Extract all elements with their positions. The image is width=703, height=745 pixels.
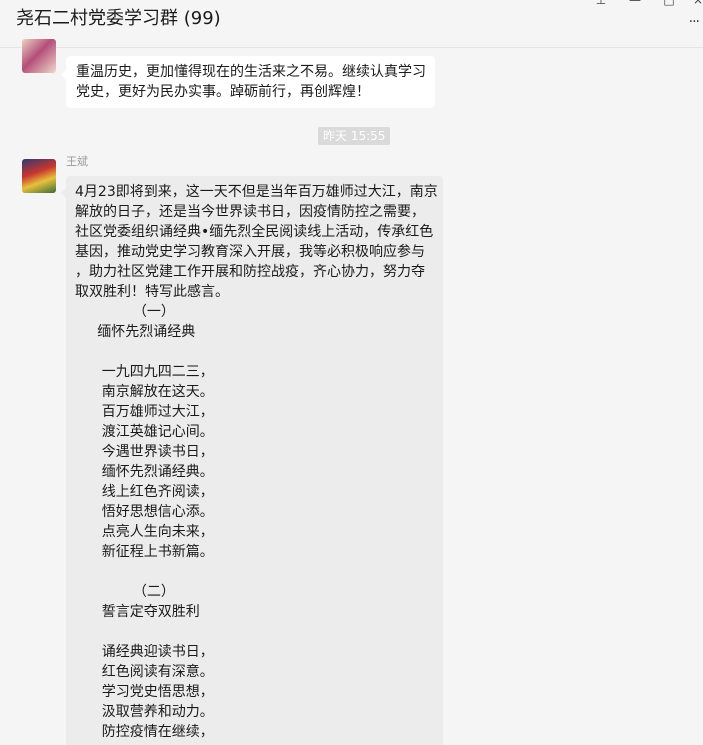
avatar[interactable] <box>22 159 56 193</box>
message-text-line: 解放的日子，还是当今世界读书日，因疫情防控之需要， <box>75 204 425 220</box>
message-text-line: 取双胜利！特写此感言。 <box>75 284 229 300</box>
message-text-line: 南京解放在这天。 <box>75 384 214 400</box>
message-text-line: 点亮人生向未来， <box>75 524 214 540</box>
pin-icon[interactable]: ⊥ <box>593 0 609 8</box>
minimize-icon[interactable]: — <box>627 0 643 8</box>
message-text-line: 百万雄师过大江， <box>75 404 214 420</box>
message-text-line <box>75 342 434 362</box>
message-text-line: （一） <box>75 304 175 320</box>
message-text-line: 悟好思想信心添。 <box>75 504 214 520</box>
message-text-line: 防控疫情在继续， <box>75 724 214 740</box>
message-text-line: 4月23即将到来，这一天不但是当年百万雄师过大江，南京 <box>75 184 438 200</box>
close-icon[interactable]: × <box>690 0 703 8</box>
chat-title: 尧石二村党委学习群 (99) <box>16 8 221 29</box>
maximize-icon[interactable]: □ <box>661 0 677 8</box>
message-text-line: 党史，更好为民办实事。踔砺前行，再创辉煌！ <box>76 84 370 100</box>
message-text-line <box>75 622 434 642</box>
message-text-line <box>75 562 434 582</box>
message-text-line: 渡江英雄记心间。 <box>75 424 214 440</box>
avatar[interactable] <box>22 39 56 73</box>
message-text-line: （二） <box>75 584 175 600</box>
message-text-line: 诵经典迎读书日， <box>75 644 214 660</box>
message-text-line: ，助力社区党建工作开展和防控战疫，齐心协力，努力夺 <box>75 264 425 280</box>
more-options-icon[interactable]: ··· <box>689 14 700 30</box>
message-text-line: 线上红色齐阅读， <box>75 484 214 500</box>
message-text-line: 新征程上书新篇。 <box>75 544 214 560</box>
message-bubble[interactable]: 重温历史，更加懂得现在的生活来之不易。继续认真学习 党史，更好为民办实事。踔砺前… <box>61 56 435 108</box>
message-text-line: 红色阅读有深意。 <box>75 664 214 680</box>
message-text-line: 一九四九四二三， <box>75 364 214 380</box>
message-text-line: 学习党史悟思想， <box>75 684 214 700</box>
message-text-line: 今遇世界读书日， <box>75 444 214 460</box>
message-bubble[interactable]: 4月23即将到来，这一天不但是当年百万雄师过大江，南京 解放的日子，还是当今世界读… <box>61 176 443 745</box>
message-timestamp: 昨天 15:55 <box>318 127 391 145</box>
message-text-line: 重温历史，更加懂得现在的生活来之不易。继续认真学习 <box>76 64 426 80</box>
message-text-line: 誓言定夺双胜利 <box>75 604 200 620</box>
message-text-line: 基因，推动党史学习教育深入开展，我等必积极响应参与 <box>75 244 425 260</box>
sender-name: 王斌 <box>66 155 88 168</box>
message-text-line: 汲取营养和动力。 <box>75 704 214 720</box>
chat-header: 尧石二村党委学习群 (99) ⊥ — □ × ··· <box>0 0 703 48</box>
message-text-line: 缅怀先烈诵经典 <box>75 324 196 340</box>
message-text-line: 缅怀先烈诵经典。 <box>75 464 214 480</box>
message-text-line: 社区党委组织诵经典•缅先烈全民阅读线上活动，传承红色 <box>75 224 434 240</box>
